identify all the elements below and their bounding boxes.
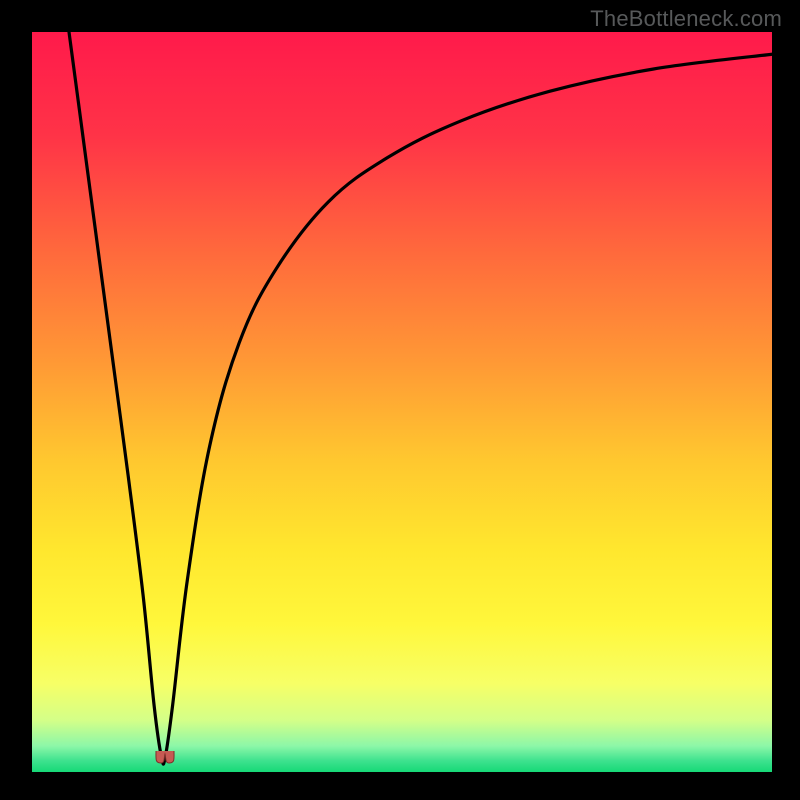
plot-area [32, 32, 772, 772]
watermark-text: TheBottleneck.com [590, 6, 782, 32]
chart-frame: TheBottleneck.com [0, 0, 800, 800]
bottleneck-curve [32, 32, 772, 772]
